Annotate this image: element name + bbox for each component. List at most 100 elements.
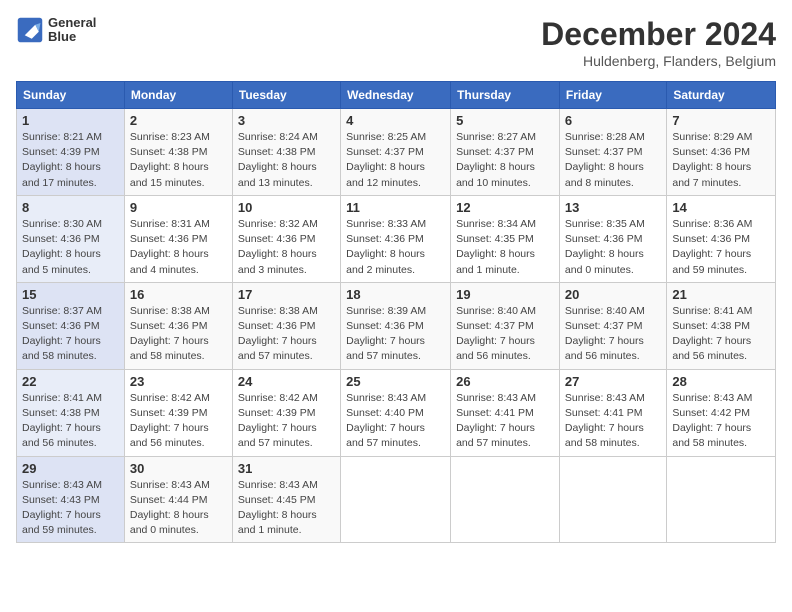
day-number: 1 xyxy=(22,113,119,128)
week-row-4: 22 Sunrise: 8:41 AM Sunset: 4:38 PM Dayli… xyxy=(17,369,776,456)
day-number: 22 xyxy=(22,374,119,389)
day-number: 12 xyxy=(456,200,554,215)
calendar-subtitle: Huldenberg, Flanders, Belgium xyxy=(541,53,776,69)
day-cell: 19 Sunrise: 8:40 AM Sunset: 4:37 PM Dayli… xyxy=(451,282,560,369)
day-cell xyxy=(451,456,560,543)
day-cell xyxy=(667,456,776,543)
day-number: 20 xyxy=(565,287,661,302)
day-cell: 22 Sunrise: 8:41 AM Sunset: 4:38 PM Dayli… xyxy=(17,369,125,456)
week-row-5: 29 Sunrise: 8:43 AM Sunset: 4:43 PM Dayli… xyxy=(17,456,776,543)
day-detail: Sunrise: 8:38 AM Sunset: 4:36 PM Dayligh… xyxy=(130,304,227,365)
day-detail: Sunrise: 8:43 AM Sunset: 4:43 PM Dayligh… xyxy=(22,478,119,539)
page-header: General Blue December 2024 Huldenberg, F… xyxy=(16,16,776,69)
day-cell: 9Sunrise: 8:31 AM Sunset: 4:36 PM Daylig… xyxy=(124,195,232,282)
day-number: 13 xyxy=(565,200,661,215)
day-number: 29 xyxy=(22,461,119,476)
day-detail: Sunrise: 8:37 AM Sunset: 4:36 PM Dayligh… xyxy=(22,304,119,365)
day-detail: Sunrise: 8:40 AM Sunset: 4:37 PM Dayligh… xyxy=(565,304,661,365)
day-detail: Sunrise: 8:38 AM Sunset: 4:36 PM Dayligh… xyxy=(238,304,335,365)
day-number: 10 xyxy=(238,200,335,215)
day-detail: Sunrise: 8:33 AM Sunset: 4:36 PM Dayligh… xyxy=(346,217,445,278)
day-number: 15 xyxy=(22,287,119,302)
day-number: 30 xyxy=(130,461,227,476)
col-header-friday: Friday xyxy=(559,82,666,109)
day-number: 3 xyxy=(238,113,335,128)
day-cell: 26 Sunrise: 8:43 AM Sunset: 4:41 PM Dayli… xyxy=(451,369,560,456)
day-cell: 27 Sunrise: 8:43 AM Sunset: 4:41 PM Dayli… xyxy=(559,369,666,456)
day-cell: 8Sunrise: 8:30 AM Sunset: 4:36 PM Daylig… xyxy=(17,195,125,282)
day-detail: Sunrise: 8:43 AM Sunset: 4:44 PM Dayligh… xyxy=(130,478,227,539)
day-number: 18 xyxy=(346,287,445,302)
day-cell: 4Sunrise: 8:25 AM Sunset: 4:37 PM Daylig… xyxy=(341,109,451,196)
day-detail: Sunrise: 8:43 AM Sunset: 4:45 PM Dayligh… xyxy=(238,478,335,539)
day-number: 25 xyxy=(346,374,445,389)
calendar-title: December 2024 xyxy=(541,16,776,53)
day-cell: 16 Sunrise: 8:38 AM Sunset: 4:36 PM Dayli… xyxy=(124,282,232,369)
day-number: 31 xyxy=(238,461,335,476)
day-number: 6 xyxy=(565,113,661,128)
day-cell: 10 Sunrise: 8:32 AM Sunset: 4:36 PM Dayli… xyxy=(232,195,340,282)
logo-line1: General xyxy=(48,16,96,30)
day-number: 9 xyxy=(130,200,227,215)
day-cell: 11 Sunrise: 8:33 AM Sunset: 4:36 PM Dayli… xyxy=(341,195,451,282)
day-detail: Sunrise: 8:34 AM Sunset: 4:35 PM Dayligh… xyxy=(456,217,554,278)
day-number: 4 xyxy=(346,113,445,128)
day-detail: Sunrise: 8:32 AM Sunset: 4:36 PM Dayligh… xyxy=(238,217,335,278)
col-header-sunday: Sunday xyxy=(17,82,125,109)
day-number: 7 xyxy=(672,113,770,128)
logo-line2: Blue xyxy=(48,30,96,44)
day-cell: 23 Sunrise: 8:42 AM Sunset: 4:39 PM Dayli… xyxy=(124,369,232,456)
day-number: 14 xyxy=(672,200,770,215)
day-number: 16 xyxy=(130,287,227,302)
day-cell: 1 Sunrise: 8:21 AM Sunset: 4:39 PM Daylig… xyxy=(17,109,125,196)
day-cell: 25 Sunrise: 8:43 AM Sunset: 4:40 PM Dayli… xyxy=(341,369,451,456)
day-detail: Sunrise: 8:21 AM Sunset: 4:39 PM Dayligh… xyxy=(22,130,119,191)
day-cell: 5 Sunrise: 8:27 AM Sunset: 4:37 PM Daylig… xyxy=(451,109,560,196)
day-detail: Sunrise: 8:43 AM Sunset: 4:42 PM Dayligh… xyxy=(672,391,770,452)
day-number: 8 xyxy=(22,200,119,215)
col-header-tuesday: Tuesday xyxy=(232,82,340,109)
day-cell: 17 Sunrise: 8:38 AM Sunset: 4:36 PM Dayli… xyxy=(232,282,340,369)
day-number: 11 xyxy=(346,200,445,215)
day-detail: Sunrise: 8:41 AM Sunset: 4:38 PM Dayligh… xyxy=(22,391,119,452)
day-number: 17 xyxy=(238,287,335,302)
day-cell xyxy=(559,456,666,543)
day-cell: 14 Sunrise: 8:36 AM Sunset: 4:36 PM Dayli… xyxy=(667,195,776,282)
day-number: 24 xyxy=(238,374,335,389)
day-detail: Sunrise: 8:41 AM Sunset: 4:38 PM Dayligh… xyxy=(672,304,770,365)
day-cell: 21Sunrise: 8:41 AM Sunset: 4:38 PM Dayli… xyxy=(667,282,776,369)
day-number: 27 xyxy=(565,374,661,389)
week-row-1: 1 Sunrise: 8:21 AM Sunset: 4:39 PM Daylig… xyxy=(17,109,776,196)
day-detail: Sunrise: 8:40 AM Sunset: 4:37 PM Dayligh… xyxy=(456,304,554,365)
day-cell xyxy=(341,456,451,543)
day-detail: Sunrise: 8:43 AM Sunset: 4:41 PM Dayligh… xyxy=(565,391,661,452)
day-detail: Sunrise: 8:42 AM Sunset: 4:39 PM Dayligh… xyxy=(238,391,335,452)
day-cell: 20 Sunrise: 8:40 AM Sunset: 4:37 PM Dayli… xyxy=(559,282,666,369)
day-cell: 15 Sunrise: 8:37 AM Sunset: 4:36 PM Dayli… xyxy=(17,282,125,369)
logo: General Blue xyxy=(16,16,96,45)
day-number: 26 xyxy=(456,374,554,389)
day-detail: Sunrise: 8:36 AM Sunset: 4:36 PM Dayligh… xyxy=(672,217,770,278)
day-cell: 29 Sunrise: 8:43 AM Sunset: 4:43 PM Dayli… xyxy=(17,456,125,543)
logo-text: General Blue xyxy=(48,16,96,45)
day-cell: 6Sunrise: 8:28 AM Sunset: 4:37 PM Daylig… xyxy=(559,109,666,196)
day-cell: 18Sunrise: 8:39 AM Sunset: 4:36 PM Dayli… xyxy=(341,282,451,369)
col-header-wednesday: Wednesday xyxy=(341,82,451,109)
day-number: 5 xyxy=(456,113,554,128)
col-header-saturday: Saturday xyxy=(667,82,776,109)
day-number: 19 xyxy=(456,287,554,302)
day-cell: 13Sunrise: 8:35 AM Sunset: 4:36 PM Dayli… xyxy=(559,195,666,282)
day-detail: Sunrise: 8:43 AM Sunset: 4:40 PM Dayligh… xyxy=(346,391,445,452)
col-header-thursday: Thursday xyxy=(451,82,560,109)
day-cell: 24 Sunrise: 8:42 AM Sunset: 4:39 PM Dayli… xyxy=(232,369,340,456)
day-detail: Sunrise: 8:27 AM Sunset: 4:37 PM Dayligh… xyxy=(456,130,554,191)
day-detail: Sunrise: 8:43 AM Sunset: 4:41 PM Dayligh… xyxy=(456,391,554,452)
day-number: 23 xyxy=(130,374,227,389)
day-number: 28 xyxy=(672,374,770,389)
day-cell: 30 Sunrise: 8:43 AM Sunset: 4:44 PM Dayli… xyxy=(124,456,232,543)
calendar-table: SundayMondayTuesdayWednesdayThursdayFrid… xyxy=(16,81,776,543)
day-detail: Sunrise: 8:24 AM Sunset: 4:38 PM Dayligh… xyxy=(238,130,335,191)
calendar-body: 1 Sunrise: 8:21 AM Sunset: 4:39 PM Daylig… xyxy=(17,109,776,543)
day-cell: 28 Sunrise: 8:43 AM Sunset: 4:42 PM Dayli… xyxy=(667,369,776,456)
day-detail: Sunrise: 8:42 AM Sunset: 4:39 PM Dayligh… xyxy=(130,391,227,452)
